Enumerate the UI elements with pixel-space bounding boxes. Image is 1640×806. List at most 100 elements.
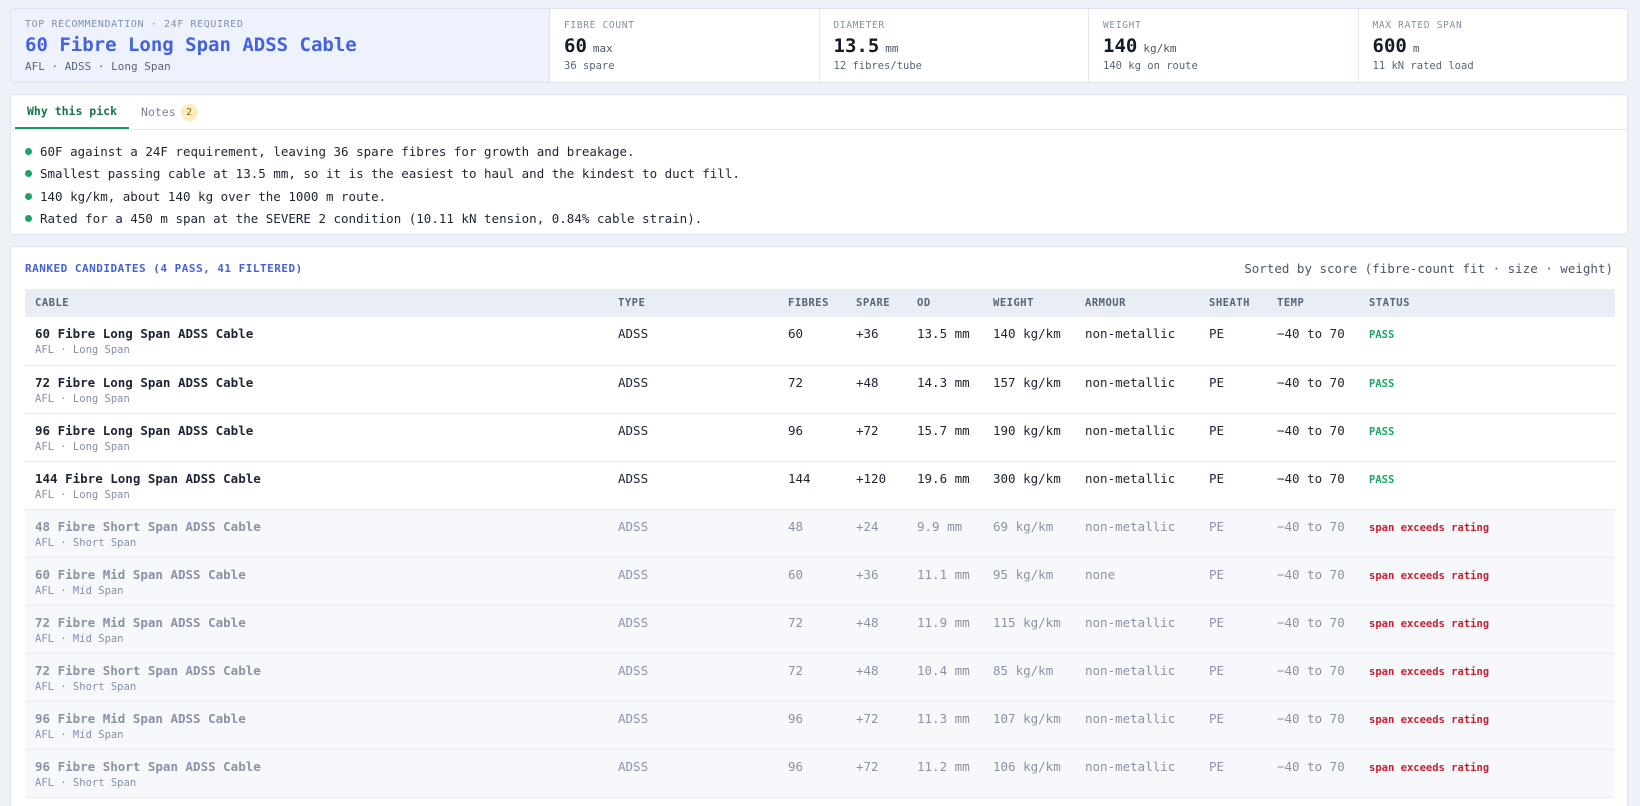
cell-spare: +48 bbox=[856, 374, 879, 390]
cell-temp: −40 to 70 bbox=[1277, 374, 1345, 390]
bullet-dot-icon bbox=[25, 192, 32, 200]
table-header-row: CABLE TYPE FIBRES SPARE OD WEIGHT ARMOUR… bbox=[25, 289, 1615, 317]
cable-maker-line: AFL · Long Span bbox=[35, 488, 130, 501]
cell-spare: +36 bbox=[856, 566, 879, 582]
table-row[interactable]: 72 Fibre Short Span ADSS Cable AFL · Shor… bbox=[25, 653, 1615, 701]
column-header-weight[interactable]: WEIGHT bbox=[983, 289, 1075, 317]
column-header-armour[interactable]: ARMOUR bbox=[1075, 289, 1199, 317]
cell-temp: −40 to 70 bbox=[1277, 662, 1345, 678]
cell-spare: +48 bbox=[856, 614, 879, 630]
cell-type: ADSS bbox=[618, 614, 649, 630]
cell-sheath: PE bbox=[1209, 470, 1225, 486]
table-row[interactable]: 48 Fibre Short Span ADSS Cable AFL · Shor… bbox=[25, 509, 1615, 557]
stat-value: 600 bbox=[1372, 35, 1407, 57]
stat-weight: WEIGHT 140 kg/km 140 kg on route bbox=[1089, 9, 1359, 82]
cell-od: 15.7 mm bbox=[917, 422, 970, 438]
cell-cable: 96 Fibre Mid Span ADSS Cable AFL · Mid Sp… bbox=[25, 701, 608, 749]
stat-value: 13.5 bbox=[833, 35, 880, 57]
bullet-dot-icon bbox=[25, 170, 32, 178]
column-header-status[interactable]: STATUS bbox=[1359, 289, 1615, 317]
cell-fibres: 72 bbox=[788, 662, 804, 678]
cell-type: ADSS bbox=[618, 518, 649, 534]
cell-weight: 106 kg/km bbox=[993, 758, 1061, 774]
cell-temp: −40 to 70 bbox=[1277, 566, 1345, 582]
why-panel: Why this pick Notes 2 60F against a 24F … bbox=[10, 94, 1628, 235]
cell-weight: 69 kg/km bbox=[993, 518, 1054, 534]
cable-maker-line: AFL · Short Span bbox=[35, 776, 137, 789]
tab-bar: Why this pick Notes 2 bbox=[11, 95, 1627, 130]
cell-weight: 115 kg/km bbox=[993, 614, 1061, 630]
stat-unit: max bbox=[592, 42, 613, 55]
stat-label: FIBRE COUNT bbox=[564, 20, 635, 31]
column-header-spare[interactable]: SPARE bbox=[846, 289, 907, 317]
cell-od: 11.2 mm bbox=[917, 758, 970, 774]
tab-label: Why this pick bbox=[27, 104, 118, 118]
cable-maker-line: AFL · Mid Span bbox=[35, 632, 124, 645]
cell-temp: −40 to 70 bbox=[1277, 470, 1345, 486]
cell-armour: non-metallic bbox=[1085, 662, 1176, 678]
stat-label: DIAMETER bbox=[833, 20, 885, 31]
column-header-cable[interactable]: CABLE bbox=[25, 289, 608, 317]
table-row[interactable]: 96 Fibre Long Span ADSS Cable AFL · Long … bbox=[25, 413, 1615, 461]
cable-name: 72 Fibre Long Span ADSS Cable bbox=[35, 374, 254, 390]
cell-armour: non-metallic bbox=[1085, 422, 1176, 438]
cable-name: 60 Fibre Long Span ADSS Cable bbox=[35, 326, 254, 341]
cell-type: ADSS bbox=[618, 566, 649, 582]
cable-maker-line: AFL · Short Span bbox=[35, 536, 137, 549]
cell-fibres: 144 bbox=[788, 470, 811, 486]
cell-sheath: PE bbox=[1209, 422, 1225, 438]
status-badge: PASS bbox=[1369, 473, 1395, 486]
column-header-sheath[interactable]: SHEATH bbox=[1199, 289, 1267, 317]
cell-spare: +48 bbox=[856, 662, 879, 678]
table-row[interactable]: 60 Fibre Long Span ADSS Cable AFL · Long … bbox=[25, 317, 1615, 365]
cell-cable: 48 Fibre Short Span ADSS Cable AFL · Shor… bbox=[25, 509, 608, 557]
status-badge: span exceeds rating bbox=[1369, 617, 1490, 630]
cable-maker-line: AFL · Long Span bbox=[35, 344, 130, 356]
table-row[interactable]: 72 Fibre Mid Span ADSS Cable AFL · Mid Sp… bbox=[25, 605, 1615, 653]
table-row[interactable]: 144 Fibre Long Span ADSS Cable AFL · Long… bbox=[25, 461, 1615, 509]
cell-od: 11.9 mm bbox=[917, 614, 970, 630]
status-badge: PASS bbox=[1369, 425, 1395, 438]
cell-armour: non-metallic bbox=[1085, 710, 1176, 726]
cell-armour: non-metallic bbox=[1085, 374, 1176, 390]
column-header-fibres[interactable]: FIBRES bbox=[778, 289, 846, 317]
status-badge: span exceeds rating bbox=[1369, 713, 1490, 726]
table-row[interactable]: 72 Fibre Long Span ADSS Cable AFL · Long … bbox=[25, 365, 1615, 413]
column-header-temp[interactable]: TEMP bbox=[1267, 289, 1359, 317]
stat-note: 11 kN rated load bbox=[1372, 60, 1474, 72]
cell-spare: +24 bbox=[856, 518, 879, 534]
cell-sheath: PE bbox=[1209, 566, 1225, 582]
cell-status: PASS bbox=[1359, 317, 1615, 365]
cell-sheath: PE bbox=[1209, 374, 1225, 390]
cable-name: 144 Fibre Long Span ADSS Cable bbox=[35, 470, 261, 486]
cell-od: 13.5 mm bbox=[917, 326, 970, 341]
cell-cable: 144 Fibre Long Span ADSS Cable AFL · Long… bbox=[25, 461, 608, 509]
cable-name: 72 Fibre Short Span ADSS Cable bbox=[35, 662, 261, 678]
cell-temp: −40 to 70 bbox=[1277, 422, 1345, 438]
cell-fibres: 72 bbox=[788, 374, 804, 390]
candidates-table: CABLE TYPE FIBRES SPARE OD WEIGHT ARMOUR… bbox=[25, 289, 1615, 798]
table-row[interactable]: 96 Fibre Short Span ADSS Cable AFL · Shor… bbox=[25, 749, 1615, 797]
cell-fibres: 96 bbox=[788, 710, 804, 726]
cell-spare: +72 bbox=[856, 710, 879, 726]
reason-item: 140 kg/km, about 140 kg over the 1000 m … bbox=[25, 185, 1613, 208]
cell-type: ADSS bbox=[618, 422, 649, 438]
column-header-type[interactable]: TYPE bbox=[608, 289, 778, 317]
table-row[interactable]: 60 Fibre Mid Span ADSS Cable AFL · Mid Sp… bbox=[25, 557, 1615, 605]
cell-sheath: PE bbox=[1209, 758, 1225, 774]
cell-weight: 300 kg/km bbox=[993, 470, 1061, 486]
cell-od: 11.3 mm bbox=[917, 710, 970, 726]
cell-sheath: PE bbox=[1209, 662, 1225, 678]
stat-note: 36 spare bbox=[564, 60, 615, 72]
column-header-od[interactable]: OD bbox=[907, 289, 983, 317]
cable-name: 96 Fibre Long Span ADSS Cable bbox=[35, 422, 254, 438]
cell-weight: 140 kg/km bbox=[993, 326, 1061, 341]
reason-item: Rated for a 450 m span at the SEVERE 2 c… bbox=[25, 208, 1613, 231]
status-badge: span exceeds rating bbox=[1369, 569, 1490, 582]
tab-notes[interactable]: Notes 2 bbox=[129, 95, 210, 129]
table-row[interactable]: 96 Fibre Mid Span ADSS Cable AFL · Mid Sp… bbox=[25, 701, 1615, 749]
tab-why-this-pick[interactable]: Why this pick bbox=[15, 95, 130, 129]
cell-status: PASS bbox=[1359, 461, 1615, 509]
cable-maker-line: AFL · Mid Span bbox=[35, 584, 124, 597]
cell-type: ADSS bbox=[618, 758, 649, 774]
